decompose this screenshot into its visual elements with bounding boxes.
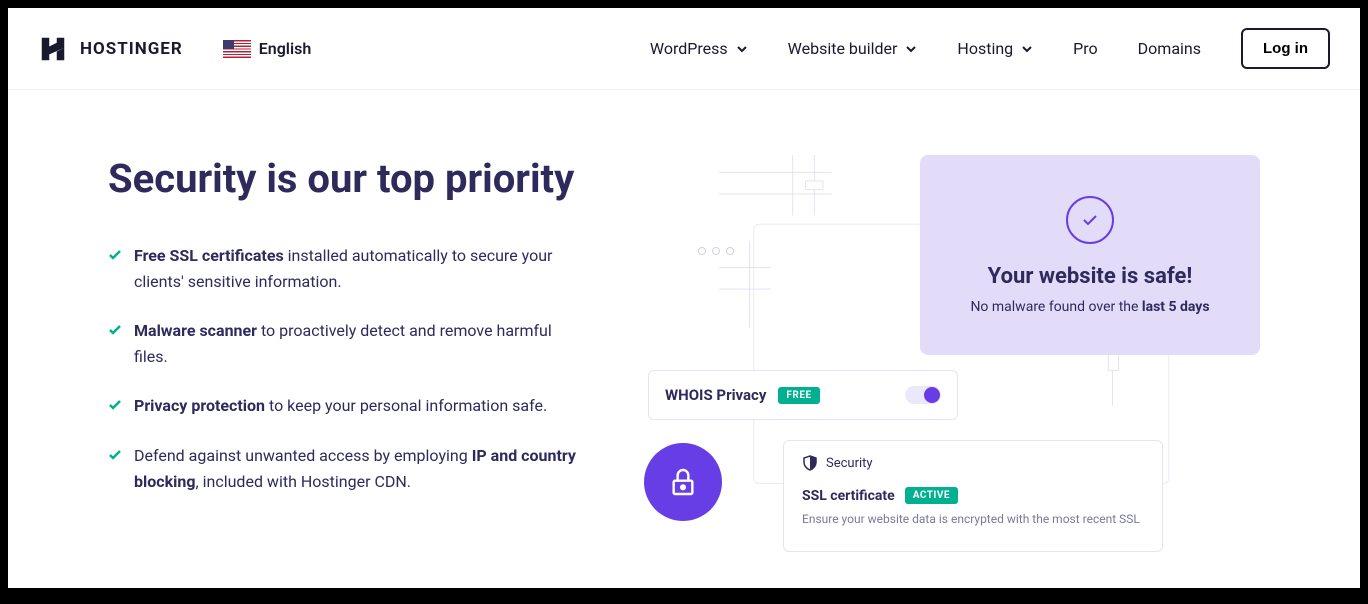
language-selector[interactable]: English: [223, 39, 312, 58]
us-flag-icon: [223, 40, 251, 58]
login-button[interactable]: Log in: [1241, 28, 1330, 69]
shield-icon: [802, 455, 818, 471]
page-title: Security is our top priority: [108, 155, 588, 203]
list-item: Malware scanner to proactively detect an…: [108, 318, 588, 369]
logo[interactable]: HOSTINGER: [38, 34, 183, 64]
check-icon: [108, 248, 122, 262]
illustration: Your website is safe! No malware found o…: [628, 155, 1260, 518]
chevron-down-icon: [1021, 43, 1033, 55]
header: HOSTINGER English WordPress Website buil…: [8, 8, 1360, 90]
browser-dots: [698, 247, 734, 255]
lock-icon: [644, 443, 722, 521]
check-icon: [108, 398, 122, 412]
ssl-title: SSL certificate: [802, 488, 895, 504]
nav-hosting[interactable]: Hosting: [957, 39, 1033, 58]
free-badge: FREE: [778, 387, 819, 404]
hero-text: Security is our top priority Free SSL ce…: [108, 155, 588, 518]
list-item: Privacy protection to keep your personal…: [108, 393, 588, 419]
list-item: Free SSL certificates installed automati…: [108, 243, 588, 294]
ssl-header: Security: [802, 455, 1144, 471]
main-nav: WordPress Website builder Hosting Pro Do…: [650, 28, 1330, 69]
language-label: English: [259, 39, 312, 58]
chevron-down-icon: [736, 43, 748, 55]
feature-list: Free SSL certificates installed automati…: [108, 243, 588, 494]
ssl-description: Ensure your website data is encrypted wi…: [802, 512, 1144, 526]
active-badge: ACTIVE: [905, 487, 958, 504]
nav-wordpress[interactable]: WordPress: [650, 39, 748, 58]
nav-domains[interactable]: Domains: [1138, 39, 1201, 58]
list-item: Defend against unwanted access by employ…: [108, 443, 588, 494]
safe-card: Your website is safe! No malware found o…: [920, 155, 1260, 355]
ssl-card: Security SSL certificate ACTIVE Ensure y…: [783, 440, 1163, 552]
safe-subtitle: No malware found over the last 5 days: [970, 299, 1209, 315]
check-icon: [108, 448, 122, 462]
whois-card: WHOIS Privacy FREE: [648, 370, 958, 420]
whois-label: WHOIS Privacy: [665, 386, 766, 404]
whois-toggle[interactable]: [905, 386, 941, 404]
nav-pro[interactable]: Pro: [1073, 39, 1097, 58]
check-circle-icon: [1066, 196, 1114, 244]
hostinger-logo-icon: [38, 34, 68, 64]
check-icon: [108, 323, 122, 337]
nav-website-builder[interactable]: Website builder: [788, 39, 918, 58]
brand-name: HOSTINGER: [80, 39, 183, 59]
safe-title: Your website is safe!: [988, 264, 1193, 289]
chevron-down-icon: [905, 43, 917, 55]
content: Security is our top priority Free SSL ce…: [8, 90, 1360, 518]
